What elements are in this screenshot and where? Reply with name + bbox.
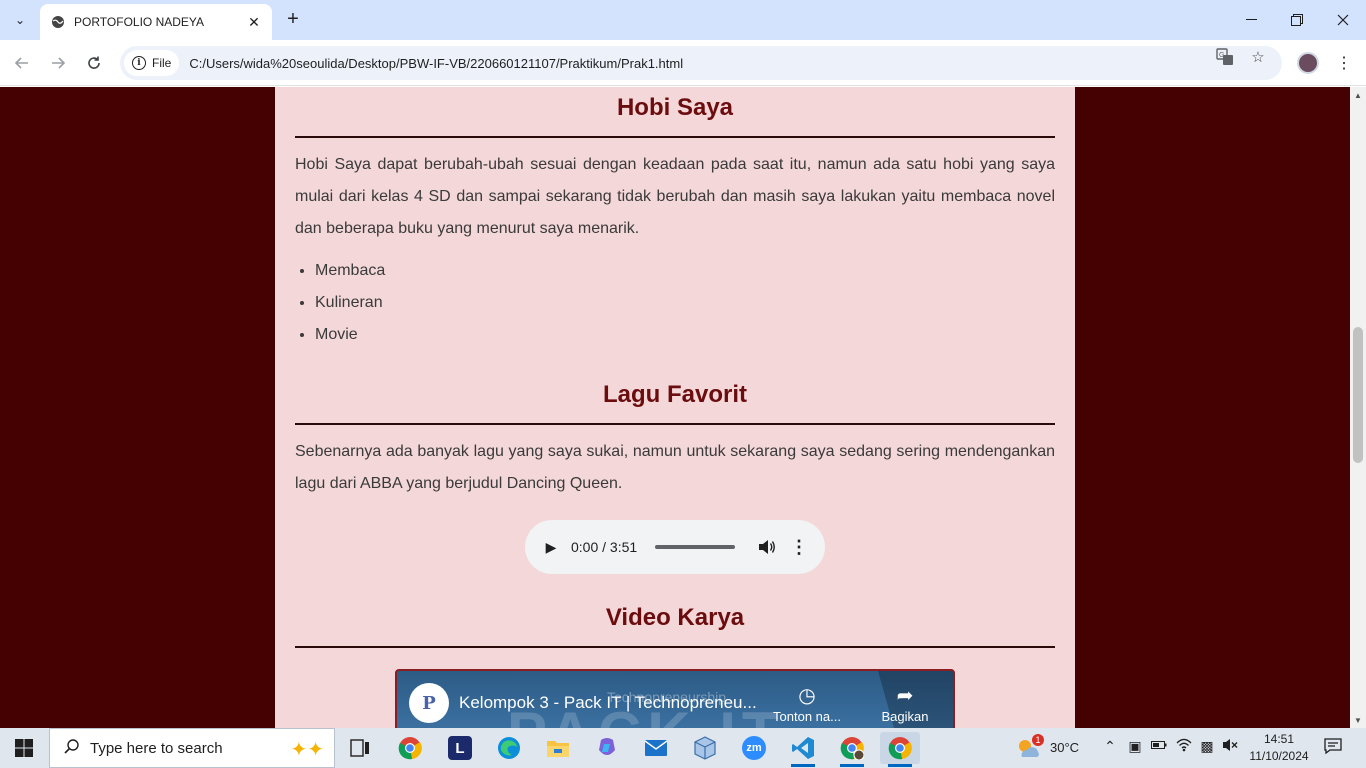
task-view-button[interactable] (340, 732, 380, 764)
browser-menu-icon[interactable]: ⋮ (1334, 52, 1354, 74)
arrow-left-icon (14, 57, 28, 69)
list-item: Movie (315, 319, 1055, 351)
taskbar-clock[interactable]: 14:51 11/10/2024 (1248, 731, 1310, 765)
content-card: Hobi Saya Hobi Saya dapat berubah-ubah s… (275, 87, 1075, 728)
weather-widget-icon[interactable]: 1 (1014, 732, 1044, 764)
search-icon (64, 738, 80, 759)
speaker-muted-icon[interactable] (1220, 738, 1240, 755)
video-divider (295, 646, 1055, 648)
vscode-taskbar-icon[interactable] (783, 732, 823, 767)
clock-time: 14:51 (1263, 732, 1295, 746)
copilot-taskbar-icon[interactable] (587, 732, 627, 764)
new-tab-button[interactable]: + (282, 8, 304, 30)
edge-taskbar-icon[interactable] (489, 732, 529, 764)
chrome-profile-taskbar-icon[interactable] (832, 732, 872, 767)
windows-taskbar: Type here to search ✦✦ L zm 1 30°C ⌃ ▣ ▩… (0, 728, 1366, 768)
address-bar[interactable]: i File C:/Users/wida%20seoulida/Desktop/… (120, 46, 1282, 80)
minimize-button[interactable] (1228, 0, 1274, 40)
forward-button[interactable] (44, 49, 72, 77)
close-window-button[interactable] (1320, 0, 1366, 40)
clock-icon: ◷ (798, 685, 816, 707)
meet-now-icon[interactable]: ▣ (1125, 738, 1145, 755)
notification-center-icon[interactable] (1322, 738, 1344, 758)
youtube-embed[interactable]: PACK IT Technopreneurship P Kelompok 3 -… (395, 669, 955, 728)
battery-icon[interactable] (1149, 738, 1169, 754)
list-item: Membaca (315, 255, 1055, 287)
more-options-icon[interactable]: ⋮ (787, 535, 811, 559)
wifi-icon[interactable] (1174, 738, 1194, 755)
share-button[interactable]: ➦ Bagikan (865, 683, 945, 724)
weather-temperature[interactable]: 30°C (1050, 740, 1079, 755)
page-viewport: Hobi Saya Hobi Saya dapat berubah-ubah s… (0, 87, 1350, 728)
start-button[interactable] (0, 728, 48, 768)
info-icon: i (132, 56, 146, 70)
play-icon[interactable]: ▶ (539, 535, 563, 559)
zoom-taskbar-icon[interactable]: zm (734, 732, 774, 764)
tab-search-button[interactable]: ⌄ (8, 8, 32, 32)
site-info-chip[interactable]: i File (124, 50, 180, 76)
taskbar-search[interactable]: Type here to search ✦✦ (49, 728, 335, 768)
back-button[interactable] (8, 49, 36, 77)
site-info-label: File (152, 56, 172, 70)
scroll-down-icon[interactable]: ▼ (1350, 712, 1366, 728)
sparkle-icon: ✦✦ (290, 739, 324, 761)
task-view-icon (350, 739, 369, 757)
hobby-paragraph: Hobi Saya dapat berubah-ubah sesuai deng… (295, 156, 1055, 237)
translate-icon[interactable]: G (1216, 48, 1234, 66)
chrome-active-taskbar-icon[interactable] (880, 732, 920, 767)
tab-title: PORTOFOLIO NADEYA (74, 15, 205, 29)
arrow-right-icon (52, 57, 66, 69)
song-divider (295, 423, 1055, 425)
l-app-taskbar-icon[interactable]: L (440, 732, 480, 764)
url-text[interactable]: C:/Users/wida%20seoulida/Desktop/PBW-IF-… (189, 56, 683, 71)
page-scrollbar[interactable]: ▲ ▼ (1350, 87, 1366, 728)
audio-player: ▶ 0:00 / 3:51 ⋮ (525, 520, 825, 574)
hobby-divider (295, 136, 1055, 138)
svg-text:G: G (1219, 52, 1224, 59)
reload-icon (88, 56, 100, 69)
song-heading: Lagu Favorit (602, 381, 747, 408)
scrollbar-thumb[interactable] (1353, 327, 1363, 463)
virtualbox-taskbar-icon[interactable] (685, 732, 725, 764)
share-icon: ➦ (896, 685, 914, 707)
audio-time: 0:00 / 3:51 (571, 539, 638, 555)
watch-later-label: Tonton na... (773, 709, 841, 724)
hobby-heading: Hobi Saya (616, 94, 734, 121)
browser-titlebar: ⌄ PORTOFOLIO NADEYA ✕ + (0, 0, 1366, 40)
audio-seek-bar[interactable] (655, 545, 735, 549)
browser-tab[interactable]: PORTOFOLIO NADEYA ✕ (40, 4, 272, 40)
reload-button[interactable] (80, 49, 108, 77)
windows-logo-icon (15, 739, 33, 757)
hobby-list: Membaca Kulineran Movie (295, 255, 1055, 351)
list-item: Kulineran (315, 287, 1055, 319)
mail-taskbar-icon[interactable] (636, 732, 676, 764)
weather-badge: 1 (1032, 734, 1044, 746)
share-label: Bagikan (881, 709, 929, 724)
browser-toolbar: i File C:/Users/wida%20seoulida/Desktop/… (0, 40, 1366, 86)
chevron-down-icon: ⌄ (14, 13, 26, 27)
display-icon[interactable]: ▩ (1197, 738, 1217, 755)
clock-date: 11/10/2024 (1249, 749, 1309, 763)
channel-avatar[interactable]: P (409, 683, 449, 723)
file-explorer-taskbar-icon[interactable] (538, 732, 578, 764)
close-tab-icon[interactable]: ✕ (246, 14, 262, 30)
video-title[interactable]: Kelompok 3 - Pack IT | Technopreneu... (459, 693, 757, 713)
watch-later-button[interactable]: ◷ Tonton na... (767, 683, 847, 724)
chrome-taskbar-icon[interactable] (390, 732, 430, 764)
song-paragraph: Sebenarnya ada banyak lagu yang saya suk… (295, 443, 1055, 492)
restore-button[interactable] (1274, 0, 1320, 40)
search-placeholder: Type here to search (90, 739, 223, 757)
chevron-up-icon[interactable]: ⌃ (1100, 738, 1120, 755)
scroll-up-icon[interactable]: ▲ (1350, 87, 1366, 103)
profile-avatar[interactable] (1297, 52, 1319, 74)
globe-icon (50, 14, 66, 30)
video-heading: Video Karya (605, 604, 745, 631)
volume-icon[interactable] (755, 535, 779, 559)
bookmark-star-icon[interactable]: ☆ (1249, 48, 1267, 66)
